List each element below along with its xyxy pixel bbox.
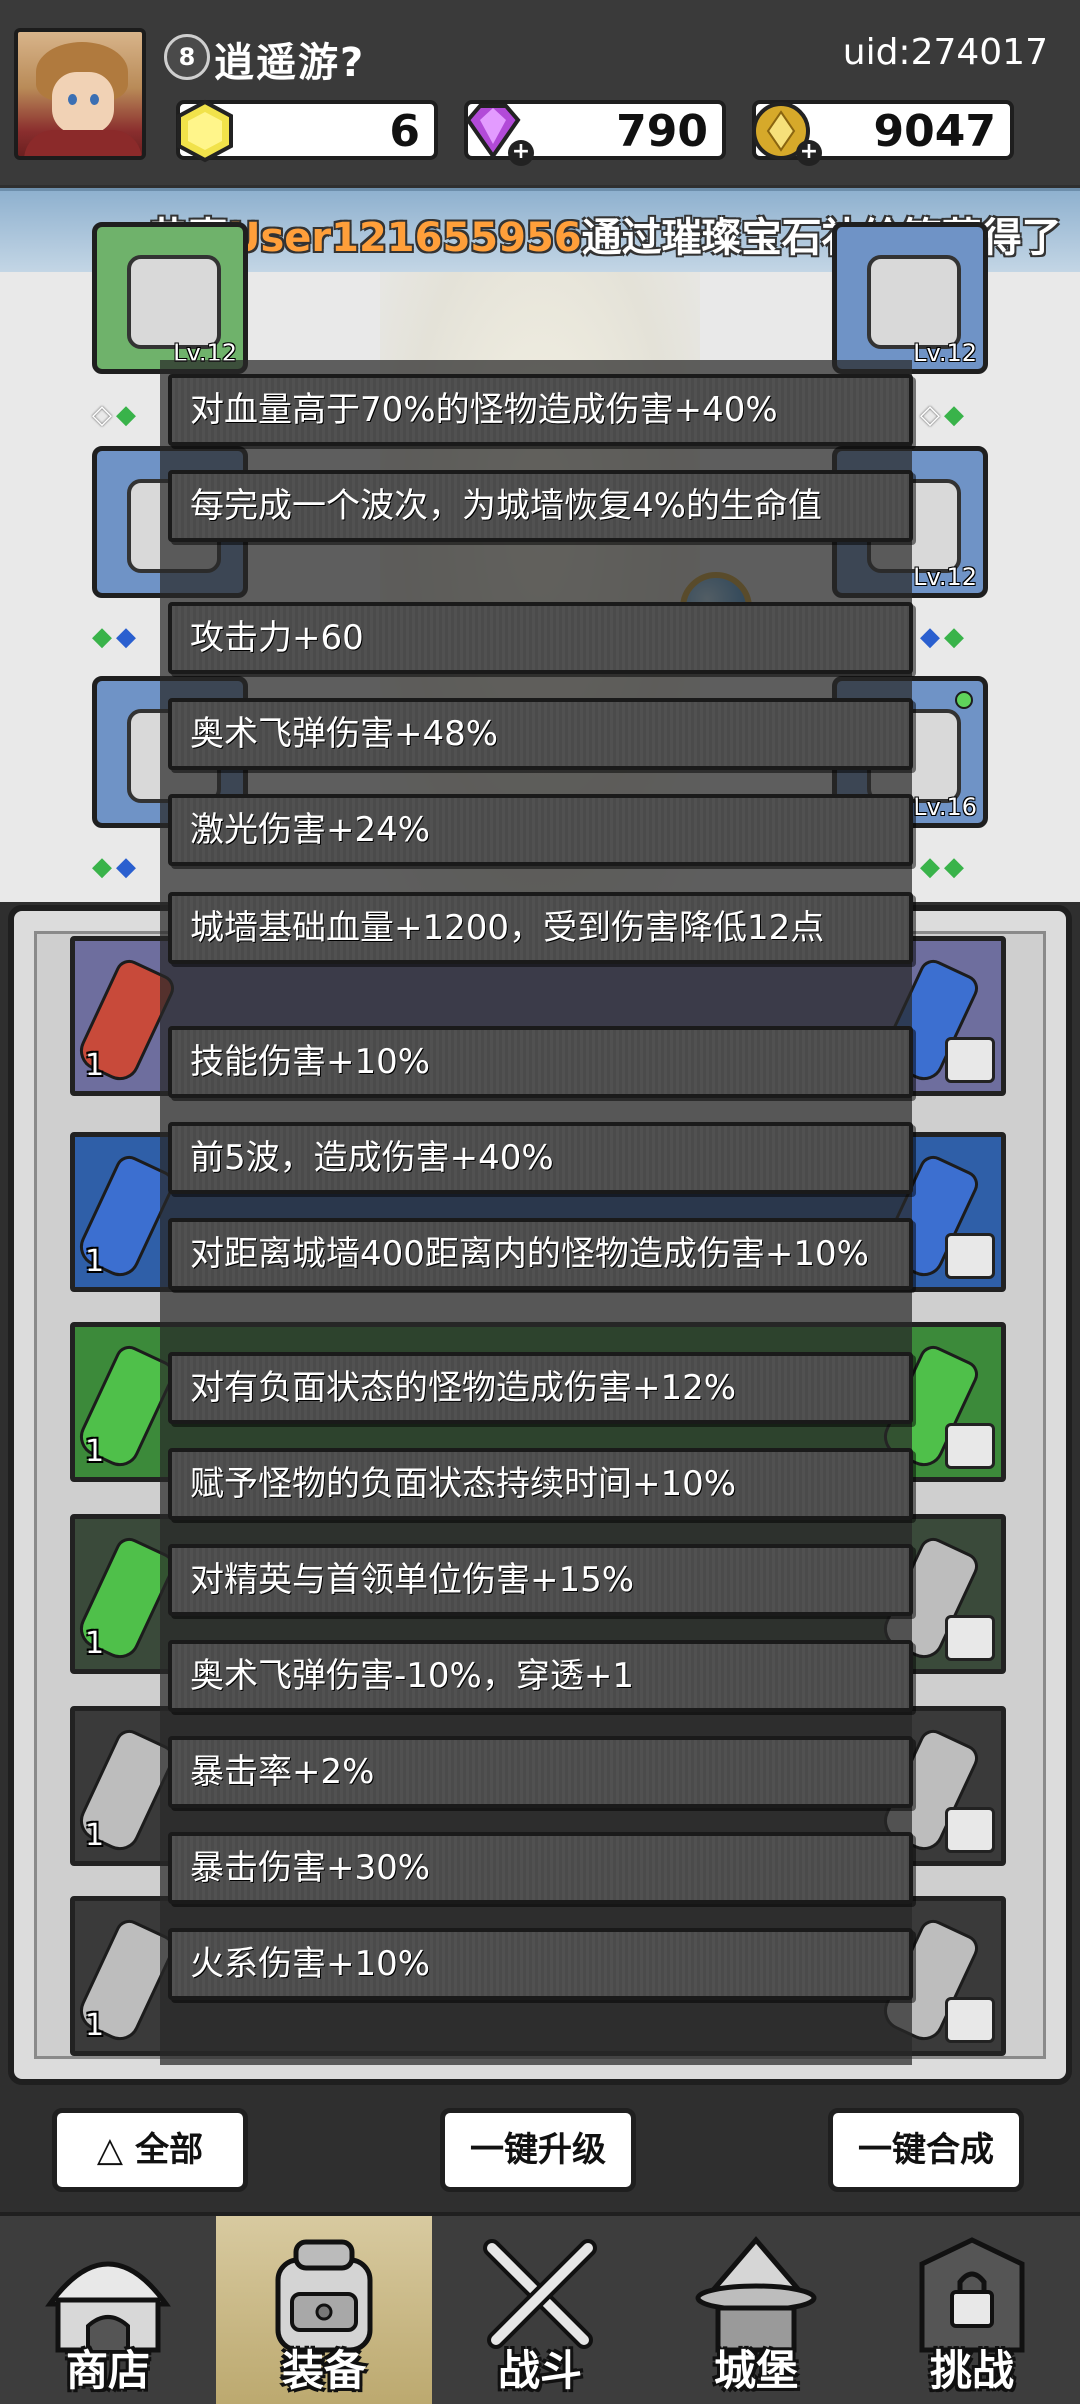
slot-level: Lv.12 [913,563,977,591]
socket-row-right-2: ◆◆ [920,622,968,652]
affix-item: 对精英与首领单位伤害+15% [168,1544,913,1616]
affix-item: 每完成一个波次，为城墙恢复4%的生命值 [168,470,913,542]
add-coins-plus-icon[interactable]: + [796,140,822,166]
affix-item: 奥术飞弹伤害+48% [168,698,913,770]
gems-value: 790 [616,106,708,157]
avatar-eye [90,94,99,105]
upgrade-all-label: 一键升级 [470,2130,606,2170]
shop-tent-icon [45,2261,171,2353]
socket-row-right: ◇◆ [920,400,968,430]
avatar-eye [68,94,77,105]
armor-type-icon [945,1807,995,1853]
filter-triangle-icon: △ [96,2130,124,2170]
ring-type-icon [945,1997,995,2043]
equip-slot-top-left[interactable]: Lv.12 [92,222,248,374]
add-gems-plus-icon[interactable]: + [508,140,534,166]
item-count: 1 [85,1434,105,1469]
nav-label-castle: 城堡 [713,2346,798,2395]
nav-label-shop: 商店 [65,2346,150,2395]
item-count: 1 [85,2008,105,2043]
bottom-navigation: 商店 装备 战斗 城堡 挑战 [0,2212,1080,2404]
announcement-suffix: 通过璀璨宝石补给箱获得了 [581,215,1062,261]
amulet-icon [867,255,961,349]
new-indicator-dot [955,691,973,709]
filter-label: 全部 [135,2130,204,2170]
affix-item: 对距离城墙400距离内的怪物造成伤害+10% [168,1218,913,1290]
slot-level: Lv.16 [913,793,977,821]
affix-item: 火系伤害+10% [168,1928,913,2000]
avatar-body [24,130,142,156]
merge-all-label: 一键合成 [858,2130,994,2170]
locked-gate-icon [919,2237,1025,2353]
announcement-user: User121655956 [228,215,582,261]
socket-row-left-3: ◆◆ [92,852,140,882]
slot-level: Lv.12 [913,339,977,367]
item-count: 1 [85,1818,105,1853]
affix-item: 暴击伤害+30% [168,1832,913,1904]
armor-type-icon [945,1037,995,1083]
player-uid: uid:274017 [842,32,1048,73]
affix-item: 技能伤害+10% [168,1026,913,1098]
affix-item: 奥术飞弹伤害-10%，穿透+1 [168,1640,913,1712]
helmet-icon [127,255,221,349]
item-count: 1 [85,1048,105,1083]
socket-row-right-3: ◆◆ [920,852,968,882]
nav-label-challenge: 挑战 [929,2346,1014,2395]
filter-all-button[interactable]: △ 全部 [52,2108,248,2192]
coins-value: 9047 [873,106,996,157]
socket-row-left: ◇◆ [92,400,140,430]
backpack-icon [275,2239,373,2353]
affix-item: 暴击率+2% [168,1736,913,1808]
top-header: 8 逍遥游? uid:274017 6 + 790 + 9047 [0,0,1080,185]
nav-tab-challenge[interactable]: 挑战 [864,2216,1080,2404]
ring-type-icon [945,1615,995,1661]
ring-type-icon [945,1423,995,1469]
nav-tab-battle[interactable]: 战斗 [432,2216,648,2404]
upgrade-all-button[interactable]: 一键升级 [440,2108,636,2192]
affix-item: 对有负面状态的怪物造成伤害+12% [168,1352,913,1424]
nav-label-equipment: 装备 [281,2346,366,2395]
socket-row-left-2: ◆◆ [92,622,140,652]
player-name[interactable]: 逍遥游? [214,30,365,88]
energy-hexagon-icon [177,99,233,163]
equip-slot-top-right[interactable]: Lv.12 [832,222,988,374]
nav-label-battle: 战斗 [497,2346,582,2395]
nav-tab-shop[interactable]: 商店 [0,2216,216,2404]
affix-item: 攻击力+60 [168,602,913,674]
nav-tab-equipment[interactable]: 装备 [216,2216,432,2404]
player-level-badge: 8 [164,34,210,80]
affix-item: 对血量高于70%的怪物造成伤害+40% [168,374,913,446]
affix-item: 前5波，造成伤害+40% [168,1122,913,1194]
item-count: 1 [85,1244,105,1279]
affix-item: 赋予怪物的负面状态持续时间+10% [168,1448,913,1520]
affix-item: 激光伤害+24% [168,794,913,866]
necklace-type-icon [945,1233,995,1279]
castle-wizard-hat-icon [695,2236,817,2353]
affix-item: 城墙基础血量+1200，受到伤害降低12点 [168,892,913,964]
energy-value: 6 [389,106,420,157]
nav-tab-castle[interactable]: 城堡 [648,2216,864,2404]
merge-all-button[interactable]: 一键合成 [828,2108,1024,2192]
crossed-swords-icon [483,2239,597,2349]
player-avatar[interactable] [14,28,146,160]
item-count: 1 [85,1626,105,1661]
gem-resource[interactable]: + 790 [464,100,726,166]
energy-resource[interactable]: 6 [176,99,438,163]
avatar-face [52,72,114,134]
coin-resource[interactable]: + 9047 [752,100,1014,166]
